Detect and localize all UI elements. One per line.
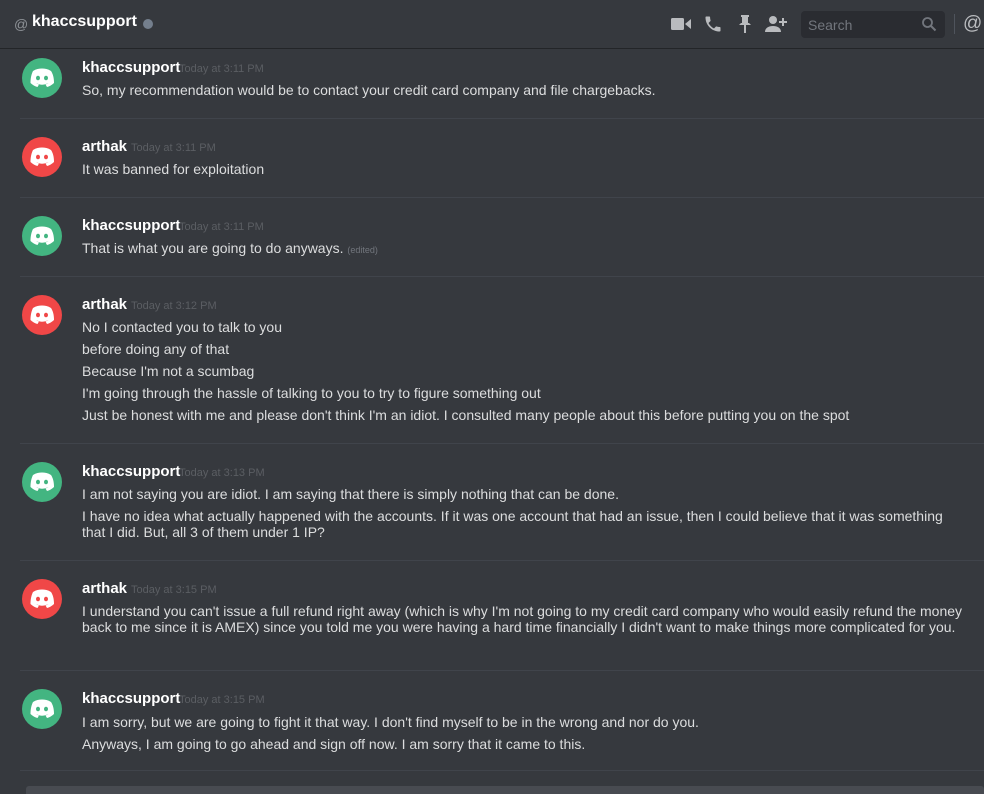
message-author[interactable]: khaccsupport [82, 59, 180, 76]
message-text: Just be honest with me and please don't … [82, 407, 850, 423]
discord-logo-icon [30, 68, 54, 87]
message-separator [20, 276, 984, 277]
message-timestamp: Today at 3:12 PM [131, 300, 217, 312]
message-timestamp: Today at 3:11 PM [131, 142, 216, 154]
header-divider [954, 14, 955, 34]
message-separator [20, 770, 984, 771]
message-author[interactable]: arthak [82, 296, 127, 313]
message-text: I understand you can't issue a full refu… [82, 603, 963, 635]
message-separator [20, 670, 984, 671]
message-body: That is what you are going to do anyways… [82, 240, 344, 256]
channel-title: khaccsupport [32, 13, 137, 30]
message-timestamp: Today at 3:15 PM [179, 694, 265, 706]
search-placeholder: Search [808, 17, 853, 33]
message-author[interactable]: khaccsupport [82, 217, 180, 234]
video-call-icon[interactable] [669, 12, 693, 36]
avatar[interactable] [22, 462, 62, 502]
avatar[interactable] [22, 216, 62, 256]
message-list: khaccsupport Today at 3:11 PM So, my rec… [0, 48, 984, 794]
at-symbol: @ [14, 16, 29, 32]
avatar[interactable] [22, 137, 62, 177]
discord-logo-icon [30, 589, 54, 608]
message-text: It was banned for exploitation [82, 161, 265, 177]
status-indicator [143, 19, 153, 29]
message-timestamp: Today at 3:11 PM [179, 63, 264, 75]
message-author[interactable]: khaccsupport [82, 690, 180, 707]
avatar[interactable] [22, 295, 62, 335]
message-author[interactable]: khaccsupport [82, 463, 180, 480]
discord-logo-icon [30, 699, 54, 718]
search-input[interactable]: Search [801, 11, 945, 38]
discord-logo-icon [30, 305, 54, 324]
message-text: I am not saying you are idiot. I am sayi… [82, 486, 619, 502]
message-text: Because I'm not a scumbag [82, 363, 255, 379]
message-timestamp: Today at 3:13 PM [179, 467, 265, 479]
edited-marker: (edited) [347, 245, 378, 255]
message-text: before doing any of that [82, 341, 230, 357]
message-input-edge[interactable] [26, 786, 984, 794]
voice-call-icon[interactable] [701, 12, 725, 36]
message-timestamp: Today at 3:11 PM [179, 221, 264, 233]
message-text: I'm going through the hassle of talking … [82, 385, 541, 401]
message-author[interactable]: arthak [82, 138, 127, 155]
avatar[interactable] [22, 579, 62, 619]
message-text: No I contacted you to talk to you [82, 319, 283, 335]
search-icon [921, 16, 937, 37]
message-text: I am sorry, but we are going to fight it… [82, 714, 699, 730]
message-text: I have no idea what actually happened wi… [82, 508, 943, 540]
mentions-button[interactable]: @ [963, 13, 982, 35]
discord-logo-icon [30, 226, 54, 245]
message-author[interactable]: arthak [82, 580, 127, 597]
discord-logo-icon [30, 147, 54, 166]
message-text: So, my recommendation would be to contac… [82, 82, 656, 98]
message-separator [20, 560, 984, 561]
channel-header: @ khaccsupport Search @ [0, 0, 984, 48]
message-text: That is what you are going to do anyways… [82, 240, 984, 258]
message-timestamp: Today at 3:15 PM [131, 584, 217, 596]
pin-icon[interactable] [733, 12, 757, 36]
avatar[interactable] [22, 689, 62, 729]
message-separator [20, 118, 984, 119]
message-separator [20, 197, 984, 198]
discord-logo-icon [30, 472, 54, 491]
message-text: Anyways, I am going to go ahead and sign… [82, 736, 586, 752]
add-friend-icon[interactable] [764, 12, 788, 36]
avatar[interactable] [22, 58, 62, 98]
message-separator [20, 443, 984, 444]
